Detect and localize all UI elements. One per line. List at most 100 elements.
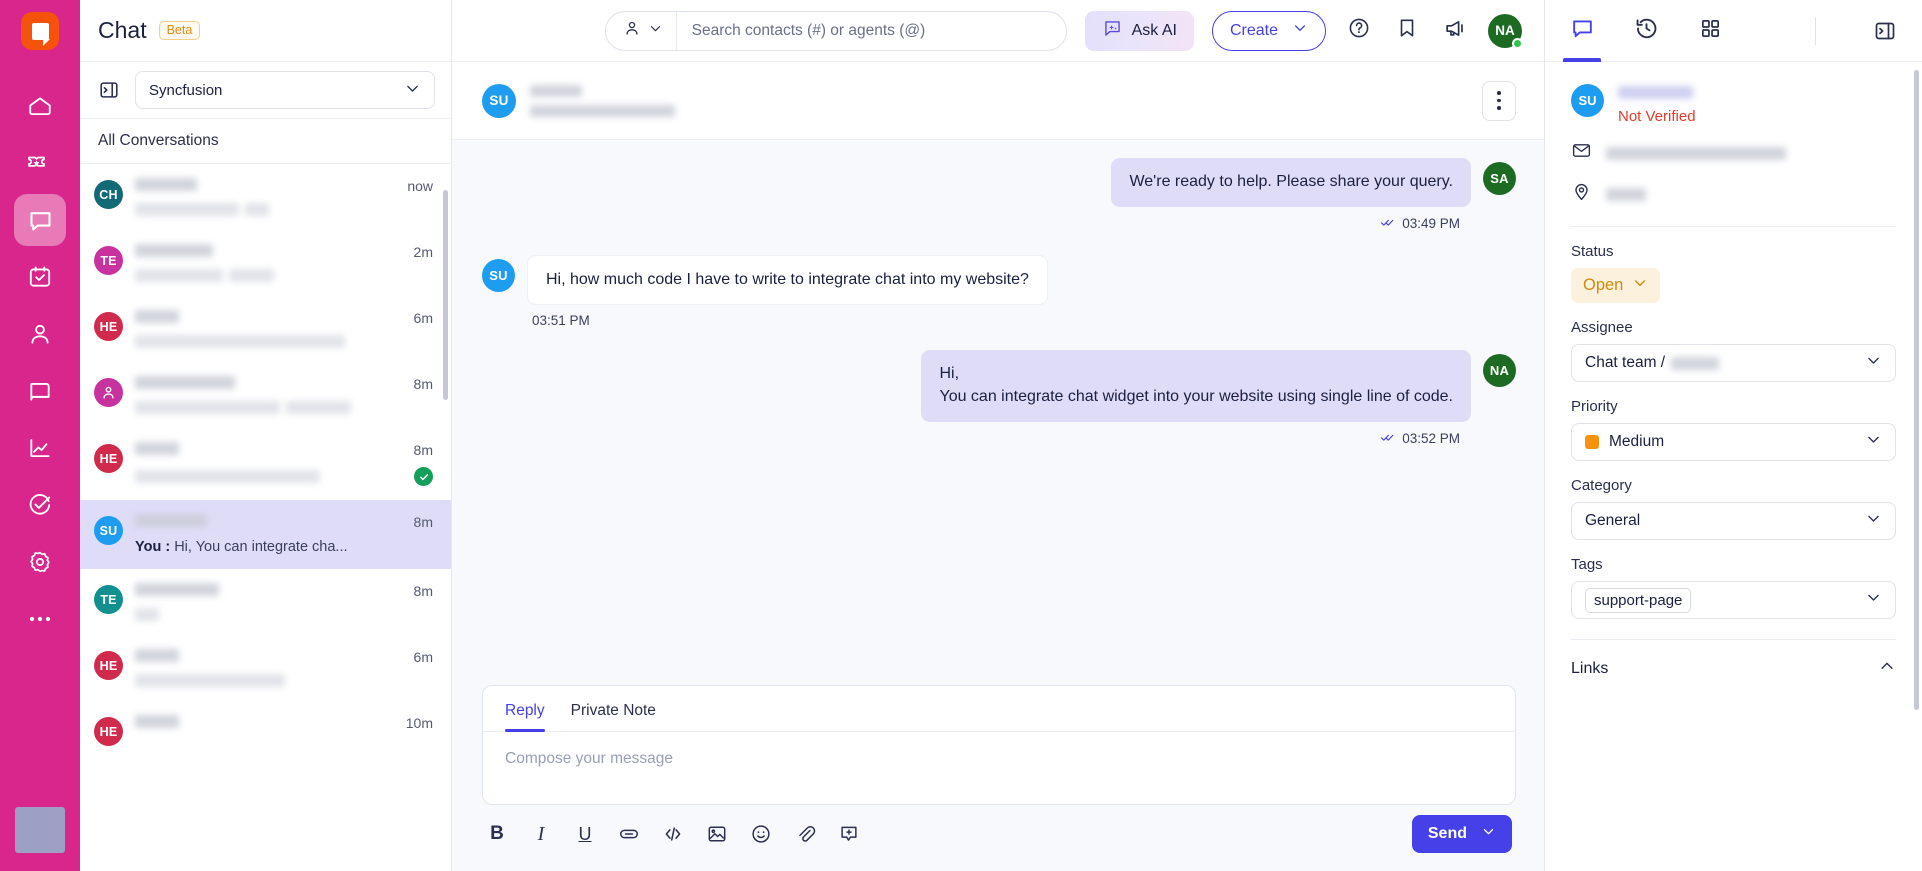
create-button[interactable]: Create [1211,10,1326,51]
ask-ai-button[interactable]: Ask AI [1084,10,1194,51]
conversation-list-item[interactable]: TE 8m [80,569,451,635]
details-panel-scrollbar[interactable] [1914,70,1919,710]
priority-field: Priority Medium [1571,398,1896,461]
conversation-list-header: All Conversations [80,119,451,164]
avatar: HE [94,651,123,680]
priority-value: Medium [1609,433,1665,450]
composer-tab-private-note[interactable]: Private Note [571,702,656,731]
search-input[interactable] [676,11,1066,50]
details-panel-body: SU Not Verified Status Open Assignee Cha… [1545,62,1922,871]
rail-item-tickets[interactable] [14,137,66,189]
conversation-timestamp: now [407,178,433,194]
composer-tab-reply[interactable]: Reply [505,702,545,732]
emoji-icon[interactable] [748,821,774,847]
history-clock-icon [1634,16,1659,46]
ask-ai-label: Ask AI [1131,21,1177,39]
rail-item-more[interactable] [14,593,66,645]
person-avatar-icon [94,378,123,407]
conversation-contact-name-redacted [135,715,179,728]
conversation-timestamp: 2m [413,244,433,260]
tab-history[interactable] [1631,0,1661,62]
status-value: Open [1583,276,1624,294]
tags-select[interactable]: support-page [1571,581,1896,619]
italic-icon[interactable]: I [528,821,554,847]
category-label: Category [1571,477,1632,494]
conversation-contact-name-redacted [135,178,197,191]
bold-icon[interactable]: B [484,821,510,847]
conversation-contact-name-redacted [135,376,235,389]
status-badge[interactable]: Open [1571,268,1661,303]
search-bar [604,10,1067,51]
conversation-menu-button[interactable] [1482,80,1516,121]
envelope-icon [1571,140,1592,166]
panel-collapse-right-icon[interactable] [1870,16,1900,46]
chevron-down-icon [404,80,421,101]
insert-canned-response-icon[interactable] [836,821,862,847]
links-section-header[interactable]: Links [1571,639,1896,680]
conversation-list-item[interactable]: HE 10m [80,701,451,763]
category-select[interactable]: General [1571,502,1896,540]
message-input[interactable]: Compose your message [483,732,1515,804]
chevron-down-icon [1865,431,1882,453]
help-button[interactable] [1344,16,1374,46]
contact-location-redacted [1606,187,1646,201]
rail-item-home[interactable] [14,80,66,132]
primary-nav-rail [0,0,80,871]
brand-select[interactable]: Syncfusion [135,71,435,109]
app-logo[interactable] [0,0,80,62]
search-scope-dropdown[interactable] [606,11,677,50]
conversation-list-item[interactable]: CH now [80,164,451,230]
code-icon[interactable] [660,821,686,847]
conversation-timestamp: 8m [413,583,433,599]
send-button[interactable]: Send [1411,815,1512,853]
conversation-contact-name-redacted [135,442,179,455]
rail-item-settings[interactable] [14,536,66,588]
announcements-button[interactable] [1440,16,1470,46]
message-text-line: You can integrate chat widget into your … [939,388,1453,406]
rail-item-automation[interactable] [14,479,66,531]
conversation-panel: Chat Beta Syncfusion All Conversations C… [80,0,452,871]
conversation-preview-redacted [135,674,285,687]
conversation-list-item[interactable]: TE 2m [80,230,451,296]
conversation-preview-redacted [135,401,280,414]
conversation-list-item[interactable]: SU 8m You : Hi, You can integrate cha... [80,500,451,569]
tab-details[interactable] [1563,0,1601,62]
priority-select[interactable]: Medium [1571,423,1896,461]
conversation-list-item[interactable]: 8m [80,362,451,428]
attachment-icon[interactable] [792,821,818,847]
megaphone-icon [1443,16,1468,46]
tag-chip[interactable]: support-page [1585,587,1692,613]
rail-bottom-placeholder[interactable] [15,807,65,853]
rail-item-knowledge-base[interactable] [14,365,66,417]
image-icon[interactable] [704,821,730,847]
conversation-list[interactable]: CH now TE 2m HE 6m 8m HE 8m SU 8m You : Hi, You can… [80,164,451,871]
underline-icon[interactable]: U [572,821,598,847]
book-icon [27,378,53,404]
link-icon[interactable] [616,821,642,847]
assignee-select[interactable]: Chat team / [1571,344,1896,382]
user-avatar[interactable]: NA [1488,13,1523,49]
conversation-list-item[interactable]: HE 6m [80,296,451,362]
conversation-list-item[interactable]: HE 6m [80,635,451,701]
rail-item-chat[interactable] [14,194,66,246]
tab-apps[interactable] [1695,0,1725,62]
ticket-icon [26,150,54,176]
rail-item-contacts[interactable] [14,308,66,360]
conversation-list-header-label: All Conversations [98,132,219,149]
rail-item-tasks[interactable] [14,251,66,303]
conversation-timestamp: 8m [413,514,433,530]
page-title: Chat [98,17,147,43]
create-label: Create [1229,21,1278,39]
bookmarks-button[interactable] [1392,16,1422,46]
assignee-name-redacted [1671,356,1720,370]
rail-item-reports[interactable] [14,422,66,474]
conversation-list-item[interactable]: HE 8m [80,428,451,500]
composer-container: Reply Private Note Compose your message B… [452,685,1544,871]
map-pin-icon [1571,181,1592,207]
panel-collapse-icon[interactable] [96,77,122,103]
message-timestamp: 03:49 PM [1402,216,1460,232]
contact-name-redacted [530,84,582,97]
chat-bubble-icon [27,207,54,234]
chat-bubble-icon [1570,16,1595,46]
